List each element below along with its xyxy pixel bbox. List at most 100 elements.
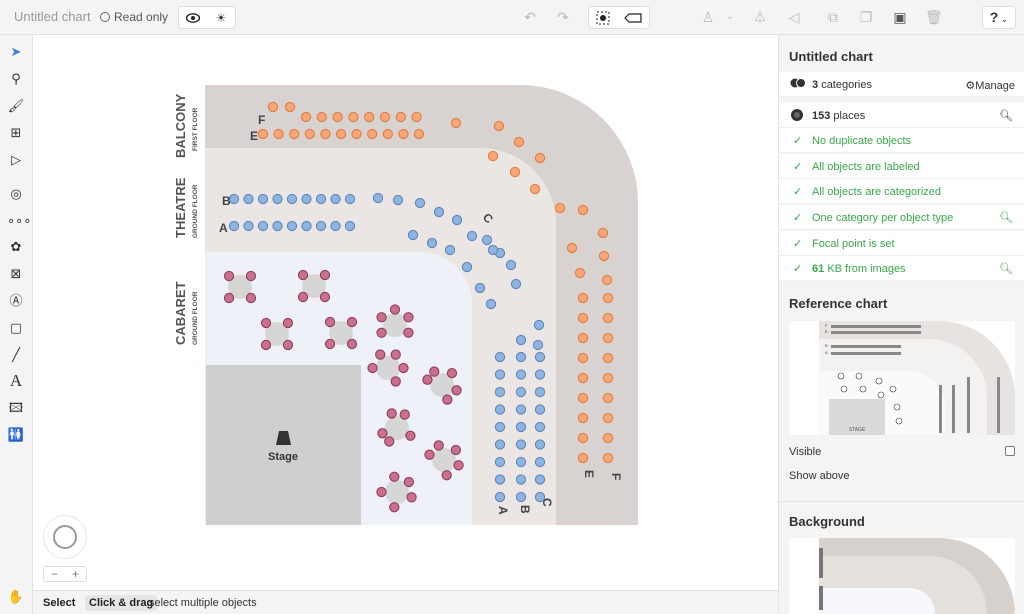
hint-text: select multiple objects [149, 597, 257, 609]
seat [577, 372, 589, 384]
help-button[interactable]: ? ⌄ [982, 6, 1016, 29]
trash-icon[interactable]: 🗑 [925, 9, 943, 25]
line-icon[interactable]: ╱ [7, 346, 25, 364]
seat [566, 242, 578, 254]
seat [422, 374, 433, 385]
brush-icon[interactable]: 🖌 [7, 97, 25, 115]
hand-pan-icon[interactable]: ✋ [7, 588, 25, 606]
image-icon[interactable]: 🖾 [7, 399, 25, 417]
gear-icon: ⚙ [965, 80, 976, 92]
flip-horizontal-icon[interactable]: ◁ [786, 9, 802, 25]
restroom-icon[interactable]: 🚻 [7, 426, 25, 444]
seat [398, 128, 409, 140]
read-only-radio[interactable] [100, 12, 110, 22]
row-label: F [258, 113, 265, 127]
circle-seat-icon[interactable]: ◎ [7, 185, 25, 203]
zoom-out-button[interactable]: − [44, 567, 65, 581]
duplicate-icon[interactable]: ❐ [858, 9, 874, 25]
categories-icon [790, 77, 806, 92]
inspector-panel: Untitled chart 3 categories ⚙Manage 153 … [778, 35, 1024, 614]
seat [487, 150, 499, 162]
seat [534, 474, 546, 485]
seat [335, 128, 347, 140]
seat-grid-icon[interactable]: ⊞ [7, 124, 25, 142]
seat [379, 111, 391, 123]
read-only-label: Read only [114, 10, 169, 24]
seat [534, 386, 546, 398]
eye-icon[interactable] [179, 7, 207, 28]
stamp-icon[interactable]: ▣ [892, 9, 908, 25]
seat [494, 386, 506, 398]
categories-row[interactable]: 3 categories ⚙Manage [779, 72, 1024, 97]
flip-vertical-icon[interactable]: ⏃ [752, 9, 768, 25]
navigation-center-icon[interactable] [53, 525, 77, 549]
visible-checkbox[interactable] [1005, 446, 1015, 456]
redo-icon[interactable]: ↷ [555, 9, 571, 25]
seat [510, 278, 522, 290]
venue-map[interactable]: Stage BALCONY FIRST FLOOR THEATRE GROUND FLO… [33, 35, 778, 590]
chevron-down-icon: ⌄ [998, 14, 1009, 24]
places-row[interactable]: 153 places 🔍︎ [779, 103, 1024, 128]
seat [367, 128, 378, 140]
seat [297, 291, 309, 303]
seat [376, 327, 387, 338]
seat [450, 444, 462, 456]
manage-button[interactable]: ⚙Manage [965, 79, 1015, 92]
seat [602, 392, 614, 404]
row-label: B [518, 505, 532, 514]
seat [324, 316, 336, 328]
select-pointer-icon[interactable]: ➤ [7, 43, 25, 61]
seat [315, 220, 327, 232]
group-icon[interactable]: ⧉ [825, 9, 841, 25]
check-row: ✓ Focal point is set [779, 231, 1024, 256]
focal-point-icon[interactable]: ▷ [7, 151, 25, 169]
canvas[interactable]: Stage BALCONY FIRST FLOOR THEATRE GROUND FLO… [33, 35, 778, 590]
seat [515, 474, 527, 485]
seat [598, 250, 610, 262]
text-icon[interactable]: A [7, 372, 25, 390]
search-icon[interactable]: 🔍︎ [999, 109, 1013, 122]
seat [392, 194, 404, 206]
seat [223, 270, 235, 282]
check-label: All objects are labeled [812, 161, 920, 173]
select-area-icon[interactable] [589, 7, 617, 28]
seat [260, 339, 272, 351]
zoom-in-button[interactable]: + [65, 567, 86, 581]
check-row[interactable]: ✓ One category per object type 🔍︎ [779, 205, 1024, 230]
places-icon [790, 108, 804, 125]
seat [319, 291, 331, 303]
navigation-ring[interactable] [43, 515, 87, 559]
check-row[interactable]: ✓ 61 KB from images 🔍︎ [779, 256, 1024, 281]
seat [515, 421, 527, 433]
seat [453, 460, 464, 471]
background-thumbnail[interactable] [789, 538, 1015, 614]
person-icon[interactable]: ♙ [700, 9, 716, 25]
show-above-label[interactable]: Show above [789, 470, 850, 482]
seat [272, 193, 283, 205]
svg-text:B: B [825, 343, 828, 348]
seat-row-icon[interactable]: ∘∘∘ [7, 212, 31, 230]
reference-chart-thumbnail[interactable]: STAGE FE BA [789, 321, 1015, 435]
seat [346, 316, 358, 328]
booth-icon[interactable]: ⊠ [7, 265, 25, 283]
seat [433, 206, 445, 218]
node-select-icon[interactable]: ⚲ [7, 70, 25, 88]
check-icon: ✓ [793, 212, 803, 224]
seat [257, 193, 269, 205]
undo-icon[interactable]: ↶ [522, 9, 538, 25]
seat [390, 376, 401, 387]
label-tag-icon[interactable] [617, 7, 649, 28]
label-text-box-icon[interactable]: Ⓐ [7, 292, 25, 310]
check-label: One category per object type [812, 212, 954, 224]
round-table-icon[interactable]: ✿ [7, 238, 25, 256]
seat [367, 362, 378, 374]
search-icon[interactable]: 🔍︎ [999, 211, 1013, 224]
search-icon[interactable]: 🔍︎ [999, 262, 1013, 275]
chart-title[interactable]: Untitled chart [14, 9, 91, 24]
places-label: places [833, 110, 866, 122]
rectangle-icon[interactable]: ▢ [7, 319, 25, 337]
chevron-down-icon[interactable]: ⌄ [722, 9, 738, 25]
read-only-toggle[interactable]: Read only [100, 10, 168, 24]
sun-icon[interactable]: ☀ [207, 7, 235, 28]
help-label: ? [989, 9, 999, 25]
